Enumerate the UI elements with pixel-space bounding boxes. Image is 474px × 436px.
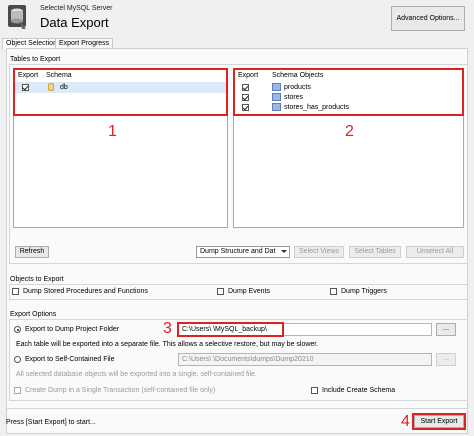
dump-routines-label: Dump Stored Procedures and Functions [23, 288, 148, 295]
include-create-schema-checkbox[interactable] [311, 387, 318, 394]
self-contained-note: All selected database objects will be ex… [16, 371, 257, 378]
self-contained-path-input[interactable]: C:\Users\ \Documents\dumps\Dump20210 [178, 353, 432, 366]
export-self-contained-label: Export to Self-Contained File [25, 356, 115, 363]
select-tables-button[interactable]: Select Tables [349, 246, 401, 258]
footer-divider [6, 408, 468, 409]
single-transaction-checkbox[interactable] [14, 387, 21, 394]
tables-section-label: Tables to Export [10, 56, 61, 63]
project-folder-note: Each table will be exported into a separ… [16, 341, 319, 348]
annotation-number-2: 2 [345, 123, 354, 140]
browse-self-contained-button[interactable]: ... [436, 353, 456, 366]
chevron-down-icon [281, 250, 287, 253]
export-options-label: Export Options [10, 311, 57, 318]
annotation-box-4 [412, 413, 466, 430]
dump-triggers-label: Dump Triggers [341, 288, 387, 295]
export-project-folder-radio[interactable] [14, 326, 21, 333]
export-project-folder-label: Export to Dump Project Folder [25, 326, 120, 333]
objects-section-label: Objects to Export [10, 276, 64, 283]
dump-events-label: Dump Events [228, 288, 271, 295]
refresh-button[interactable]: Refresh [15, 246, 49, 258]
export-self-contained-radio[interactable] [14, 356, 21, 363]
advanced-options-button[interactable]: Advanced Options... [391, 6, 465, 31]
annotation-box-3 [177, 322, 284, 337]
include-create-schema-label: Include Create Schema [322, 387, 396, 394]
dump-events-checkbox[interactable] [217, 288, 224, 295]
connection-name: Selectel MySQL Server [40, 5, 113, 12]
dump-type-select[interactable]: Dump Structure and Dat [196, 246, 290, 258]
annotation-number-1: 1 [108, 123, 117, 140]
status-text: Press [Start Export] to start... [6, 419, 96, 426]
unselect-all-button[interactable]: Unselect All [406, 246, 464, 258]
dump-type-value: Dump Structure and Dat [200, 248, 276, 255]
single-transaction-label: Create Dump in a Single Transaction (sel… [25, 387, 216, 394]
window-header: Selectel MySQL Server Data Export Advanc… [0, 0, 474, 36]
annotation-box-2 [233, 68, 464, 116]
annotation-number-4: 4 [401, 413, 410, 430]
select-views-button[interactable]: Select Views [294, 246, 344, 258]
dump-routines-checkbox[interactable] [12, 288, 19, 295]
mysql-workbench-logo-icon [6, 3, 30, 31]
page-title: Data Export [40, 15, 109, 30]
browse-project-folder-button[interactable]: ... [436, 323, 456, 336]
annotation-number-3: 3 [163, 320, 172, 337]
annotation-box-1 [13, 68, 228, 116]
dump-triggers-checkbox[interactable] [330, 288, 337, 295]
